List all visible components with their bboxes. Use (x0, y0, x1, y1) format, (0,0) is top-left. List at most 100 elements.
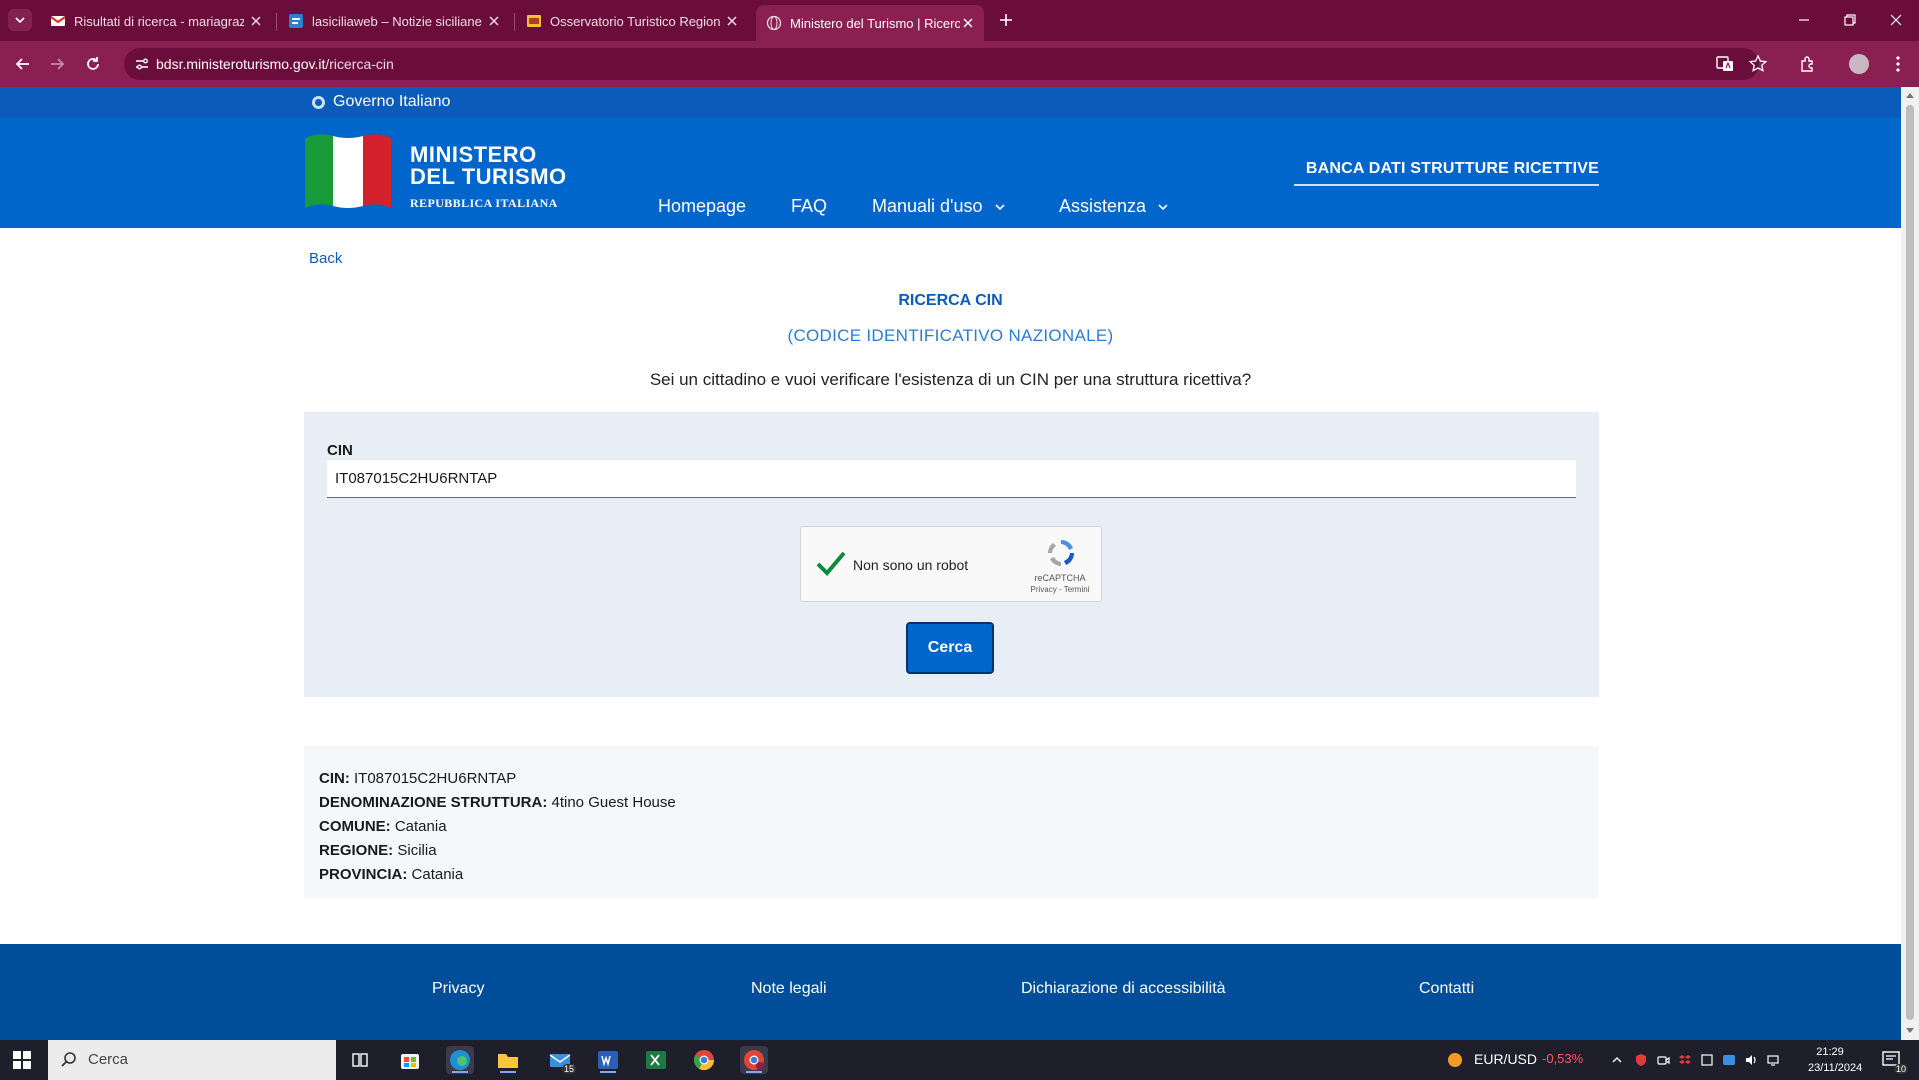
browser-tab-bar: Risultati di ricerca - mariagrazie lasic… (0, 0, 1919, 41)
chevron-down-icon (1158, 203, 1168, 210)
cin-input[interactable] (327, 460, 1576, 498)
system-clock[interactable]: 21:29 23/11/2024 (1808, 1044, 1862, 1076)
network-icon[interactable] (1766, 1053, 1780, 1067)
onedrive-icon[interactable] (1722, 1053, 1736, 1067)
url-path: /ricerca-cin (325, 56, 394, 72)
site-settings-icon[interactable] (134, 56, 150, 72)
result-row-cin: CIN: IT087015C2HU6RNTAP (319, 770, 516, 787)
logo-line-3: REPUBBLICA ITALIANA (410, 196, 558, 210)
result-value: 4tino Guest House (551, 794, 676, 811)
new-tab-plus-icon[interactable] (996, 10, 1016, 30)
chrome-icon (693, 1050, 715, 1071)
government-bar: Governo Italiano (0, 87, 1901, 118)
word-app-button[interactable] (594, 1046, 622, 1074)
nav-faq[interactable]: FAQ (791, 196, 827, 217)
minimize-icon[interactable] (1796, 12, 1812, 28)
notification-count: 10 (1893, 1064, 1908, 1074)
notification-center[interactable]: 10 (1880, 1048, 1908, 1074)
chevron-up-icon[interactable] (1610, 1053, 1624, 1067)
news-site-icon (289, 14, 303, 28)
meet-now-icon[interactable] (1656, 1053, 1670, 1067)
scroll-down-arrow-icon[interactable] (1905, 1027, 1915, 1035)
dropbox-icon[interactable] (1678, 1053, 1692, 1067)
display-icon[interactable] (1700, 1053, 1714, 1067)
footer-link-accessibilita[interactable]: Dichiarazione di accessibilità (1021, 980, 1226, 998)
italian-flag-logo-icon[interactable] (303, 130, 393, 210)
recaptcha-terms-link[interactable]: Privacy - Termini (1027, 585, 1093, 594)
page-scrollbar[interactable] (1901, 87, 1919, 1040)
profile-avatar[interactable] (1849, 54, 1869, 74)
chrome-app-button[interactable] (690, 1046, 718, 1074)
logo-line-1: MINISTERO (410, 142, 537, 167)
excel-app-button[interactable] (642, 1046, 670, 1074)
back-link[interactable]: Back (309, 250, 342, 267)
footer-link-privacy[interactable]: Privacy (432, 980, 484, 998)
close-icon[interactable] (962, 17, 974, 29)
footer-link-note-legali[interactable]: Note legali (751, 980, 827, 998)
menu-kebab-icon[interactable] (1888, 54, 1908, 74)
search-icon (61, 1052, 76, 1067)
close-icon[interactable] (488, 15, 500, 27)
government-link[interactable]: Governo Italiano (333, 93, 450, 111)
restore-icon[interactable] (1842, 12, 1858, 28)
result-value: Sicilia (397, 842, 437, 859)
tab-title: lasiciliaweb – Notizie siciliane (312, 13, 482, 29)
active-indicator (600, 1071, 616, 1073)
tab-lasiciliaweb[interactable]: lasiciliaweb – Notizie siciliane (278, 6, 510, 36)
edge-app-button[interactable] (446, 1046, 474, 1074)
nav-assistenza[interactable]: Assistenza (1059, 196, 1170, 217)
antivirus-shield-icon[interactable] (1634, 1053, 1648, 1067)
result-value: Catania (411, 866, 464, 883)
taskbar-search-box[interactable]: Cerca (48, 1040, 336, 1080)
folder-icon (498, 1054, 518, 1068)
nav-manuali[interactable]: Manuali d'uso (872, 196, 1007, 217)
close-icon[interactable] (726, 15, 738, 27)
reload-icon[interactable] (84, 55, 102, 73)
web-page: Governo Italiano MINISTERO DEL TURISMO R… (0, 87, 1901, 1040)
back-arrow-icon[interactable] (14, 55, 32, 73)
task-view-button[interactable] (346, 1046, 374, 1074)
store-app-button[interactable] (396, 1046, 424, 1074)
result-label: CIN: (319, 770, 350, 787)
tab-gmail[interactable]: Risultati di ricerca - mariagrazie (40, 6, 272, 36)
tab-separator (276, 13, 277, 31)
recaptcha-brand: reCAPTCHA (1034, 573, 1086, 583)
chrome-profile-icon (744, 1050, 764, 1070)
checkmark-icon[interactable] (815, 549, 847, 577)
forward-arrow-icon[interactable] (48, 55, 66, 73)
file-explorer-button[interactable] (494, 1046, 522, 1074)
excel-icon (646, 1051, 666, 1069)
ministry-logo-text[interactable]: MINISTERO DEL TURISMO REPUBBLICA ITALIAN… (410, 144, 567, 214)
translate-icon[interactable] (1715, 54, 1735, 74)
bookmark-star-icon[interactable] (1748, 54, 1768, 74)
database-link[interactable]: BANCA DATI STRUTTURE RICETTIVE (1294, 160, 1599, 186)
search-button[interactable]: Cerca (906, 622, 994, 674)
site-footer: Privacy Note legali Dichiarazione di acc… (0, 944, 1901, 1040)
scroll-up-arrow-icon[interactable] (1905, 91, 1915, 99)
mail-app-button[interactable]: 15 (546, 1046, 576, 1074)
address-bar[interactable]: bdsr.ministeroturismo.gov.it/ricerca-cin (124, 48, 1759, 80)
nav-label: Assistenza (1059, 196, 1147, 216)
chrome-profile-app-button[interactable] (740, 1046, 768, 1074)
tab-ministero-turismo[interactable]: Ministero del Turismo | Ricerca (756, 5, 984, 41)
gmail-icon (50, 16, 66, 26)
window-close-icon[interactable] (1888, 12, 1904, 28)
active-indicator (746, 1071, 762, 1073)
cin-search-form: CIN Non sono un robot reCAPTCHA Privacy … (304, 412, 1599, 697)
globe-icon (766, 15, 782, 31)
footer-link-contatti[interactable]: Contatti (1419, 980, 1474, 998)
ticker-change: -0,53% (1542, 1051, 1584, 1066)
scrollbar-thumb[interactable] (1906, 105, 1914, 1020)
tab-osservatorio[interactable]: Osservatorio Turistico Regione (516, 6, 748, 36)
captcha-label: Non sono un robot (853, 557, 969, 573)
tab-separator (514, 13, 515, 31)
tab-search-button[interactable] (8, 9, 32, 31)
active-indicator (500, 1071, 516, 1073)
speaker-icon[interactable] (1744, 1053, 1758, 1067)
extensions-icon[interactable] (1798, 54, 1818, 74)
windows-start-icon[interactable] (12, 1050, 32, 1070)
nav-homepage[interactable]: Homepage (658, 196, 746, 217)
ticker-symbol[interactable]: EUR/USD (1474, 1051, 1537, 1067)
tab-title: Osservatorio Turistico Regione (550, 13, 720, 29)
close-icon[interactable] (250, 15, 262, 27)
